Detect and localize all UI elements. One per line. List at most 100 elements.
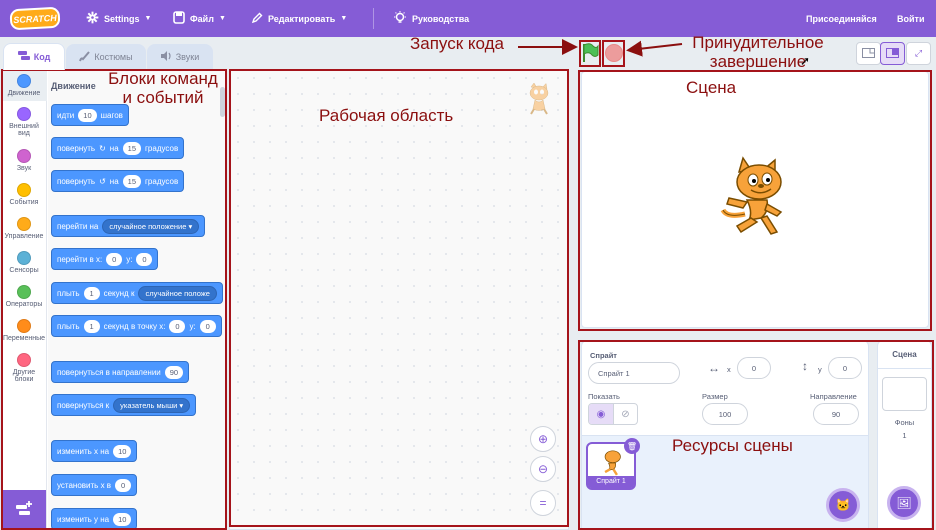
- category-label: Другие блоки: [12, 369, 36, 383]
- category-dot: [17, 74, 31, 88]
- block-glide[interactable]: плыть 1 секунд к случайное положе: [51, 282, 223, 304]
- block-goto[interactable]: перейти на случайное положение ▾: [51, 215, 206, 237]
- category-looks[interactable]: Внешний вид: [1, 107, 47, 143]
- tab-costumes[interactable]: Костюмы: [66, 44, 146, 69]
- tab-sounds[interactable]: Звуки: [147, 44, 213, 69]
- block-input[interactable]: 10: [78, 108, 97, 122]
- normal-stage-button[interactable]: [880, 42, 905, 65]
- small-stage-button[interactable]: [856, 42, 881, 65]
- block-input[interactable]: 10: [113, 444, 132, 458]
- block-input[interactable]: 90: [164, 365, 184, 379]
- block-text: перейти на: [57, 221, 99, 231]
- lightbulb-icon: [393, 10, 407, 27]
- cat-sprite[interactable]: [717, 154, 791, 245]
- sprite-pane: Спрайт Спрайт 1 ↔ x 0 ↕ y 0 Показать ◉ ⊘…: [581, 340, 869, 530]
- tab-code-label: Код: [33, 52, 51, 62]
- stage-thumbnail[interactable]: [882, 377, 927, 411]
- cursor-icon: ➚: [800, 54, 811, 68]
- block-dropdown[interactable]: случайное положе: [138, 285, 217, 301]
- category-sound[interactable]: Звук: [1, 149, 47, 179]
- category-sensing[interactable]: Сенсоры: [1, 251, 47, 281]
- sprite-name-field[interactable]: Спрайт 1: [588, 362, 680, 384]
- chevron-down-icon: ▼: [144, 15, 152, 22]
- category-events[interactable]: События: [1, 183, 47, 213]
- fullscreen-button[interactable]: ⤢: [906, 42, 931, 65]
- annotation-blocks-line2: и событий: [122, 87, 204, 107]
- sprite-thumbnail-icon: [524, 82, 554, 121]
- block-input[interactable]: 15: [122, 174, 142, 188]
- direction-field[interactable]: 90: [813, 403, 859, 425]
- block-input[interactable]: 1: [83, 286, 100, 300]
- delete-sprite-button[interactable]: 🗑: [624, 438, 640, 454]
- category-control[interactable]: Управление: [1, 217, 47, 247]
- category-operators[interactable]: Операторы: [1, 285, 47, 315]
- category-label: Переменные: [2, 335, 46, 342]
- zoom-out-button[interactable]: ⊖: [530, 456, 556, 482]
- block-turn-left[interactable]: повернуть ↺ на 15 градусов: [51, 170, 185, 192]
- size-field[interactable]: 100: [702, 403, 748, 425]
- block-input[interactable]: 0: [169, 319, 186, 333]
- block-input[interactable]: 0: [106, 252, 123, 266]
- block-input[interactable]: 1: [83, 319, 100, 333]
- block-goto-xy[interactable]: перейти в x: 0 y: 0: [51, 248, 159, 270]
- code-workspace[interactable]: ⊕ ⊖ =: [229, 69, 569, 530]
- stop-button[interactable]: [605, 44, 623, 62]
- stage[interactable]: [581, 71, 929, 328]
- add-extension-button[interactable]: [1, 490, 46, 530]
- tab-code[interactable]: Код: [3, 43, 65, 70]
- scratch-logo[interactable]: SCRATCH: [9, 6, 61, 31]
- block-input[interactable]: 10: [113, 512, 132, 526]
- hide-button[interactable]: ⊘: [612, 404, 637, 424]
- category-dot: [17, 183, 31, 197]
- category-motion[interactable]: Движение: [1, 71, 47, 101]
- category-my-blocks[interactable]: Другие блоки: [1, 353, 47, 389]
- block-glide-xy[interactable]: плыть 1 секунд в точку x: 0 y: 0: [51, 315, 222, 337]
- edit-menu-label: Редактировать: [268, 13, 336, 24]
- category-menu: Движение Внешний вид Звук События Управл…: [1, 69, 47, 530]
- rotate-right-icon: ↻: [99, 143, 106, 153]
- add-extension-icon: [15, 500, 33, 520]
- block-input[interactable]: 0: [199, 319, 216, 333]
- direction-label: Направление: [810, 392, 857, 401]
- block-point-towards[interactable]: повернуться к указатель мыши ▾: [51, 394, 197, 416]
- category-dot: [17, 251, 31, 265]
- block-text: идти: [57, 110, 75, 120]
- annotation-force-stop-line1: Принудительное: [692, 33, 824, 52]
- zoom-in-button[interactable]: ⊕: [530, 426, 556, 452]
- add-backdrop-icon: 🖼: [896, 496, 912, 510]
- block-input[interactable]: 0: [115, 478, 132, 492]
- block-text: градусов: [145, 176, 179, 186]
- block-text: шагов: [100, 110, 123, 120]
- block-point-direction[interactable]: повернуться в направлении 90: [51, 361, 190, 383]
- block-change-x[interactable]: изменить х на 10: [51, 440, 138, 462]
- sign-in-button[interactable]: Войти: [897, 0, 924, 37]
- block-change-y[interactable]: изменить у на 10: [51, 508, 138, 530]
- join-button[interactable]: Присоединяйся: [806, 0, 877, 37]
- block-input[interactable]: 15: [122, 141, 142, 155]
- small-stage-icon: [862, 47, 875, 60]
- block-input[interactable]: 0: [136, 252, 153, 266]
- zoom-reset-button[interactable]: =: [530, 490, 556, 516]
- tutorials-button[interactable]: Руководства: [393, 0, 469, 37]
- block-dropdown[interactable]: указатель мыши ▾: [113, 397, 191, 413]
- add-sprite-button[interactable]: 🐱: [826, 488, 860, 522]
- sprite-tile[interactable]: Спрайт 1 🗑: [586, 438, 640, 490]
- green-flag-button[interactable]: [581, 42, 599, 64]
- edit-menu[interactable]: Редактировать ▼: [251, 0, 347, 37]
- add-backdrop-button[interactable]: 🖼: [887, 486, 921, 520]
- block-set-x[interactable]: установить х в 0: [51, 474, 138, 496]
- category-label: Звук: [16, 165, 32, 172]
- category-label: Сенсоры: [9, 267, 39, 274]
- category-variables[interactable]: Переменные: [1, 319, 47, 349]
- block-dropdown[interactable]: случайное положение ▾: [102, 218, 200, 234]
- y-position-field[interactable]: 0: [828, 357, 862, 379]
- category-label: Внешний вид: [9, 123, 39, 137]
- block-turn-right[interactable]: повернуть ↻ на 15 градусов: [51, 137, 185, 159]
- block-text: повернуться в направлении: [57, 367, 161, 377]
- x-position-field[interactable]: 0: [737, 357, 771, 379]
- show-button[interactable]: ◉: [589, 404, 613, 424]
- block-text: секунд в точку x:: [103, 321, 166, 331]
- settings-menu[interactable]: Settings ▼: [86, 0, 151, 37]
- file-menu[interactable]: Файл ▼: [173, 0, 226, 37]
- block-text: повернуть: [57, 176, 96, 186]
